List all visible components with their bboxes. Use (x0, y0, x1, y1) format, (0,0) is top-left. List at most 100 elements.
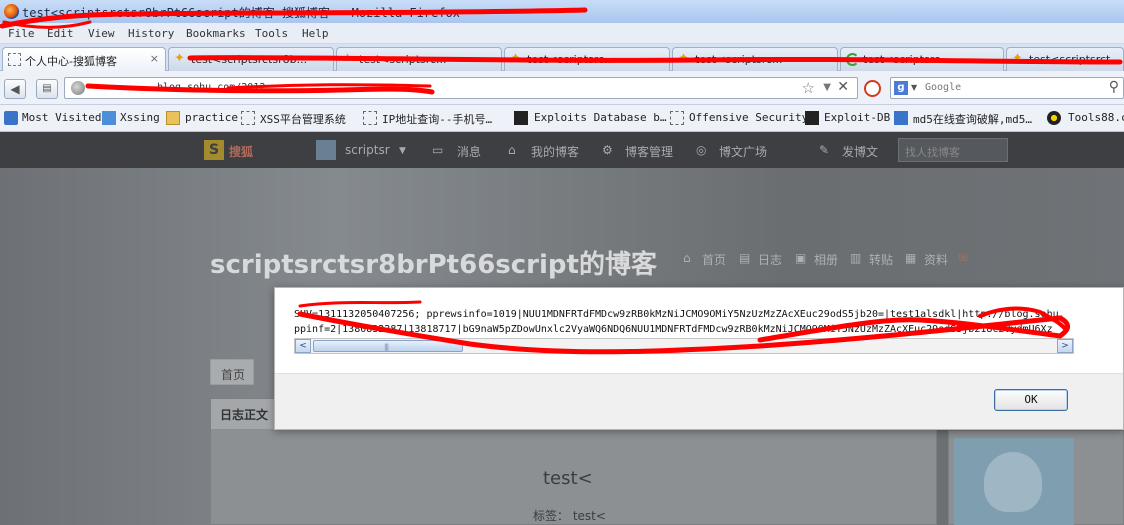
google-icon[interactable]: g (894, 81, 908, 95)
menu-view[interactable]: View (88, 27, 115, 40)
profile-icon: ▦ (905, 251, 917, 265)
search-input[interactable]: g ▼ Google ⚲ (890, 77, 1124, 99)
menu-help[interactable]: Help (302, 27, 329, 40)
bookmark-star-icon[interactable]: ☆ (802, 79, 815, 97)
url-text: blog.sohu.com/2012... (157, 82, 284, 93)
stop-icon[interactable]: ✕ (837, 79, 849, 95)
tab-label: test<scriptsrc... (359, 53, 447, 66)
noscript-icon[interactable] (864, 80, 881, 97)
nav-my-blog[interactable]: 我的博客 (531, 143, 579, 160)
pencil-icon: ✎ (819, 143, 830, 157)
exploit-db-icon (514, 111, 528, 125)
bookmark-md5[interactable]: md5在线查询破解,md5… (913, 111, 1032, 127)
window-title: test<scriptsrctsr8brPt66script的博客-搜狐博客 -… (22, 6, 461, 20)
blog-nav-home[interactable]: 首页 (702, 251, 726, 268)
tab-personal-center[interactable]: 个人中心-搜狐博客 × (2, 47, 166, 71)
post-title[interactable]: test< (543, 468, 593, 489)
bookmark-tools88[interactable]: Tools88.c (1068, 111, 1124, 124)
cookie-text-line-2: ppinf=2|1380832287|13818717|bG9naW5pZDow… (294, 324, 1053, 335)
horizontal-scrollbar[interactable]: < ||| > (294, 338, 1074, 354)
menu-edit[interactable]: Edit (47, 27, 74, 40)
site-search-input[interactable]: 找人找博客 (898, 138, 1008, 162)
home-icon: ⌂ (683, 251, 691, 265)
sohu-favicon-icon: ✦ (510, 51, 521, 66)
tab-label: test<scriptsrc... (527, 53, 615, 66)
blog-nav-repost[interactable]: 转贴 (869, 251, 893, 268)
search-icon[interactable]: ⚲ (1109, 79, 1119, 95)
username-menu[interactable]: scriptsr (345, 143, 390, 157)
bookmark-xss-platform[interactable]: XSS平台管理系统 (260, 111, 346, 127)
page-icon (363, 111, 377, 125)
page-icon (241, 111, 255, 125)
blog-title: scriptsrctsr8brPt66script的博客 (210, 250, 657, 280)
bookmarks-toolbar: Most Visited Xssing practice XSS平台管理系统 I… (0, 105, 1124, 132)
url-bar[interactable]: blog.sohu.com/2012... ☆ ▼ ✕ (64, 77, 858, 99)
blog-home-tab[interactable]: 首页 (210, 359, 254, 385)
scrollbar-thumb[interactable]: ||| (313, 340, 463, 352)
journal-icon: ▤ (739, 251, 751, 265)
close-tab-icon[interactable]: × (150, 52, 159, 65)
tab-blog-6[interactable]: ✦ test<scriptsrct (1006, 47, 1124, 71)
tab-blog-5[interactable]: test<scriptsrc... (840, 47, 1004, 71)
scrollbar-grip: ||| (384, 343, 389, 351)
ok-button[interactable]: OK (994, 389, 1068, 411)
menu-bar: File Edit View History Bookmarks Tools H… (0, 23, 1124, 44)
message-icon: ▭ (432, 143, 444, 157)
bookmark-xssing[interactable]: Xssing (120, 111, 160, 124)
bookmark-exploits-database[interactable]: Exploits Database b… (534, 111, 666, 124)
content-header-label: 日志正文 (220, 408, 269, 422)
tab-label: test<scriptsrc... (695, 53, 783, 66)
blog-nav-album[interactable]: 相册 (814, 251, 838, 268)
tab-label: test<scriptsrctsr8b... (191, 53, 308, 66)
blog-home-tab-label: 首页 (221, 368, 246, 382)
tab-blog-3[interactable]: ✦ test<scriptsrc... (504, 47, 670, 71)
square-icon: ◎ (696, 143, 707, 157)
photo-icon: ▣ (795, 251, 807, 265)
nav-blog-plaza[interactable]: 博文广场 (719, 143, 767, 160)
chevron-down-icon[interactable]: ▼ (911, 83, 917, 92)
back-button[interactable]: ◀ (4, 79, 26, 99)
tab-label: test<scriptsrct (1029, 53, 1111, 66)
search-placeholder: Google (925, 82, 962, 93)
tab-blog-4[interactable]: ✦ test<scriptsrc... (672, 47, 838, 71)
tab-label: 个人中心-搜狐博客 (25, 55, 117, 68)
window-title-bar: test<scriptsrctsr8brPt66script的博客-搜狐博客 -… (0, 0, 1124, 23)
tab-blog-1[interactable]: ✦ test<scriptsrctsr8b... (168, 47, 334, 71)
nav-blog-manage[interactable]: 博客管理 (625, 143, 673, 160)
repost-icon: ▥ (850, 251, 862, 265)
bookmark-most-visited[interactable]: Most Visited (22, 111, 101, 124)
home-icon: ⌂ (508, 143, 516, 157)
chevron-down-icon[interactable]: ▼ (399, 146, 406, 156)
menu-history[interactable]: History (128, 27, 174, 40)
tab-bar: 个人中心-搜狐博客 × ✦ test<scriptsrctsr8b... ✦ t… (0, 44, 1124, 71)
bookmark-offensive-security[interactable]: Offensive Security (689, 111, 808, 124)
mail-icon: ✉ (958, 251, 969, 265)
blog-nav-journal[interactable]: 日志 (758, 251, 782, 268)
nav-messages[interactable]: 消息 (457, 143, 481, 160)
globe-icon (71, 81, 85, 95)
menu-tools[interactable]: Tools (255, 27, 288, 40)
blog-nav-profile[interactable]: 资料 (924, 251, 948, 268)
scroll-left-arrow-icon[interactable]: < (295, 339, 311, 353)
cookie-text-line-1: SUV=1311132050407256; pprewsinfo=1019|NU… (294, 309, 1065, 320)
bookmark-ip-lookup[interactable]: IP地址查询--手机号… (382, 111, 492, 127)
sohu-favicon-icon: ✦ (678, 51, 689, 66)
radiation-icon (1047, 111, 1061, 125)
menu-file[interactable]: File (8, 27, 35, 40)
exploit-db-icon (805, 111, 819, 125)
sohu-logo-text[interactable]: 搜狐 (229, 143, 253, 160)
chevron-down-icon[interactable]: ▼ (823, 82, 831, 93)
sohu-favicon-icon: ✦ (1012, 51, 1023, 66)
page-icon (8, 53, 21, 66)
tab-blog-2[interactable]: ✦ test<scriptsrc... (336, 47, 502, 71)
tab-groups-icon[interactable]: ▤ (36, 79, 58, 99)
menu-bookmarks[interactable]: Bookmarks (186, 27, 246, 40)
cat-avatar-icon (984, 452, 1042, 512)
scroll-right-arrow-icon[interactable]: > (1057, 339, 1073, 353)
avatar[interactable] (316, 140, 336, 160)
tab-label: test<scriptsrc... (863, 53, 951, 66)
blog-avatar[interactable] (954, 438, 1074, 525)
nav-write-post[interactable]: 发博文 (842, 143, 878, 160)
bookmark-practice[interactable]: practice (185, 111, 238, 124)
bookmark-exploit-db[interactable]: Exploit-DB (824, 111, 890, 124)
